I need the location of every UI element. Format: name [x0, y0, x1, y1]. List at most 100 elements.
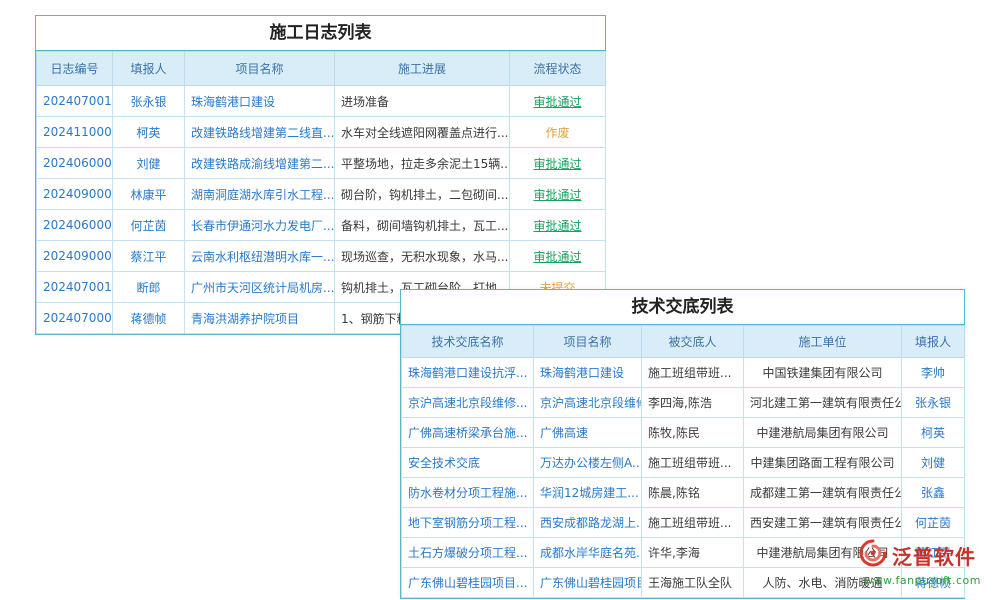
- disclosure-name-cell[interactable]: 广东佛山碧桂园项目...: [402, 568, 534, 598]
- disclosed-person-cell: 陈晨,陈铭: [642, 478, 744, 508]
- filler-cell[interactable]: 李帅: [902, 358, 965, 388]
- filler-cell[interactable]: 张永银: [902, 388, 965, 418]
- status-badge[interactable]: 作废: [510, 117, 606, 148]
- construction-log-row[interactable]: 2024090009蔡江平云南水利枢纽潜明水库一...现场巡查，无积水现象，水马…: [37, 241, 606, 272]
- project-name-cell[interactable]: 珠海鹤港口建设: [534, 358, 642, 388]
- status-badge[interactable]: 审批通过: [510, 210, 606, 241]
- disclosure-name-cell[interactable]: 安全技术交底: [402, 448, 534, 478]
- column-header-project-name: 项目名称: [185, 52, 335, 86]
- construction-unit-cell: 中建集团路面工程有限公司: [744, 448, 902, 478]
- project-name-cell[interactable]: 广州市天河区统计局机房...: [185, 272, 335, 303]
- filler-cell[interactable]: 何芷茵: [902, 508, 965, 538]
- project-name-cell[interactable]: 西安成都路龙湖上...: [534, 508, 642, 538]
- technical-disclosure-row[interactable]: 安全技术交底万达办公楼左侧A...施工班组带班...中建集团路面工程有限公司刘健: [402, 448, 965, 478]
- filler-cell[interactable]: 断郎: [113, 272, 185, 303]
- disclosed-person-cell: 施工班组带班...: [642, 358, 744, 388]
- disclosed-person-cell: 陈牧,陈民: [642, 418, 744, 448]
- disclosed-person-cell: 施工班组带班...: [642, 508, 744, 538]
- filler-cell[interactable]: 柯英: [113, 117, 185, 148]
- screen: 施工日志列表 日志编号 填报人 项目名称 施工进展 流程状态 202407001…: [0, 0, 1000, 600]
- status-badge[interactable]: 审批通过: [510, 179, 606, 210]
- progress-cell: 平整场地，拉走多余泥土15辆...: [335, 148, 510, 179]
- project-name-cell[interactable]: 京沪高速北京段维修: [534, 388, 642, 418]
- project-name-cell[interactable]: 成都水岸华庭名苑...: [534, 538, 642, 568]
- technical-disclosure-row[interactable]: 地下室钢筋分项工程...西安成都路龙湖上...施工班组带班...西安建工第一建筑…: [402, 508, 965, 538]
- status-badge[interactable]: 审批通过: [510, 86, 606, 117]
- construction-log-row[interactable]: 2024110002柯英改建铁路线增建第二线直...水车对全线遮阳网覆盖点进行.…: [37, 117, 606, 148]
- construction-log-row[interactable]: 2024060005何芷茵长春市伊通河水力发电厂...备料，砌间墙钩机排土，瓦工…: [37, 210, 606, 241]
- construction-unit-cell: 中国铁建集团有限公司: [744, 358, 902, 388]
- filler-cell[interactable]: 刘健: [902, 448, 965, 478]
- column-header-construction-unit: 施工单位: [744, 326, 902, 358]
- column-header-progress: 施工进展: [335, 52, 510, 86]
- project-name-cell[interactable]: 广东佛山碧桂园项目: [534, 568, 642, 598]
- construction-log-row[interactable]: 2024070011张永银珠海鹤港口建设进场准备审批通过: [37, 86, 606, 117]
- log-id-cell[interactable]: 2024090009: [37, 179, 113, 210]
- project-name-cell[interactable]: 长春市伊通河水力发电厂...: [185, 210, 335, 241]
- technical-disclosure-title: 技术交底列表: [401, 290, 964, 325]
- project-name-cell[interactable]: 云南水利枢纽潜明水库一...: [185, 241, 335, 272]
- construction-unit-cell: 成都建工第一建筑有限责任公司: [744, 478, 902, 508]
- project-name-cell[interactable]: 改建铁路线增建第二线直...: [185, 117, 335, 148]
- project-name-cell[interactable]: 改建铁路成渝线增建第二...: [185, 148, 335, 179]
- project-name-cell[interactable]: 青海洪湖养护院项目: [185, 303, 335, 334]
- brand-url: www.fanpusoft.com: [858, 574, 993, 587]
- disclosure-name-cell[interactable]: 土石方爆破分项工程...: [402, 538, 534, 568]
- disclosed-person-cell: 李四海,陈浩: [642, 388, 744, 418]
- filler-cell[interactable]: 蔡江平: [113, 241, 185, 272]
- disclosure-name-cell[interactable]: 地下室钢筋分项工程...: [402, 508, 534, 538]
- technical-disclosure-row[interactable]: 珠海鹤港口建设抗浮...珠海鹤港口建设施工班组带班...中国铁建集团有限公司李帅: [402, 358, 965, 388]
- fanpu-swirl-logo-icon: [858, 538, 888, 572]
- log-id-cell[interactable]: 2024070011: [37, 272, 113, 303]
- log-id-cell[interactable]: 2024070011: [37, 86, 113, 117]
- construction-log-panel: 施工日志列表 日志编号 填报人 项目名称 施工进展 流程状态 202407001…: [35, 15, 606, 335]
- construction-unit-cell: 中建港航局集团有限公司: [744, 418, 902, 448]
- construction-log-row[interactable]: 2024090009林康平湖南洞庭湖水库引水工程...砌台阶，钩机排土，二包砌间…: [37, 179, 606, 210]
- log-id-cell[interactable]: 2024060006: [37, 148, 113, 179]
- technical-disclosure-row[interactable]: 防水卷材分项工程施...华润12城房建工...陈晨,陈铭成都建工第一建筑有限责任…: [402, 478, 965, 508]
- filler-cell[interactable]: 林康平: [113, 179, 185, 210]
- disclosure-name-cell[interactable]: 广佛高速桥梁承台施...: [402, 418, 534, 448]
- column-header-filler: 填报人: [902, 326, 965, 358]
- progress-cell: 砌台阶，钩机排土，二包砌间...: [335, 179, 510, 210]
- disclosed-person-cell: 王海施工队全队: [642, 568, 744, 598]
- technical-disclosure-header-row: 技术交底名称 项目名称 被交底人 施工单位 填报人: [402, 326, 965, 358]
- status-badge[interactable]: 审批通过: [510, 241, 606, 272]
- column-header-disclosed-person: 被交底人: [642, 326, 744, 358]
- log-id-cell[interactable]: 2024070009: [37, 303, 113, 334]
- project-name-cell[interactable]: 万达办公楼左侧A...: [534, 448, 642, 478]
- column-header-log-id: 日志编号: [37, 52, 113, 86]
- project-name-cell[interactable]: 华润12城房建工...: [534, 478, 642, 508]
- log-id-cell[interactable]: 2024060005: [37, 210, 113, 241]
- column-header-status: 流程状态: [510, 52, 606, 86]
- technical-disclosure-row[interactable]: 广佛高速桥梁承台施...广佛高速陈牧,陈民中建港航局集团有限公司柯英: [402, 418, 965, 448]
- filler-cell[interactable]: 蒋德帧: [113, 303, 185, 334]
- status-badge[interactable]: 审批通过: [510, 148, 606, 179]
- fanpu-watermark: 泛普软件 www.fanpusoft.com: [858, 538, 993, 587]
- disclosed-person-cell: 施工班组带班...: [642, 448, 744, 478]
- technical-disclosure-row[interactable]: 京沪高速北京段维修...京沪高速北京段维修李四海,陈浩河北建工第一建筑有限责任公…: [402, 388, 965, 418]
- disclosure-name-cell[interactable]: 珠海鹤港口建设抗浮...: [402, 358, 534, 388]
- project-name-cell[interactable]: 珠海鹤港口建设: [185, 86, 335, 117]
- construction-log-title: 施工日志列表: [36, 16, 605, 51]
- construction-unit-cell: 西安建工第一建筑有限责任公司: [744, 508, 902, 538]
- column-header-disclosure-name: 技术交底名称: [402, 326, 534, 358]
- project-name-cell[interactable]: 广佛高速: [534, 418, 642, 448]
- construction-log-row[interactable]: 2024060006刘健改建铁路成渝线增建第二...平整场地，拉走多余泥土15辆…: [37, 148, 606, 179]
- filler-cell[interactable]: 张永银: [113, 86, 185, 117]
- construction-log-header-row: 日志编号 填报人 项目名称 施工进展 流程状态: [37, 52, 606, 86]
- disclosure-name-cell[interactable]: 京沪高速北京段维修...: [402, 388, 534, 418]
- log-id-cell[interactable]: 2024090009: [37, 241, 113, 272]
- construction-unit-cell: 河北建工第一建筑有限责任公司: [744, 388, 902, 418]
- filler-cell[interactable]: 何芷茵: [113, 210, 185, 241]
- project-name-cell[interactable]: 湖南洞庭湖水库引水工程...: [185, 179, 335, 210]
- progress-cell: 备料，砌间墙钩机排土，瓦工...: [335, 210, 510, 241]
- progress-cell: 现场巡查，无积水现象，水马...: [335, 241, 510, 272]
- log-id-cell[interactable]: 2024110002: [37, 117, 113, 148]
- column-header-project-name: 项目名称: [534, 326, 642, 358]
- filler-cell[interactable]: 张鑫: [902, 478, 965, 508]
- disclosed-person-cell: 许华,李海: [642, 538, 744, 568]
- filler-cell[interactable]: 柯英: [902, 418, 965, 448]
- disclosure-name-cell[interactable]: 防水卷材分项工程施...: [402, 478, 534, 508]
- filler-cell[interactable]: 刘健: [113, 148, 185, 179]
